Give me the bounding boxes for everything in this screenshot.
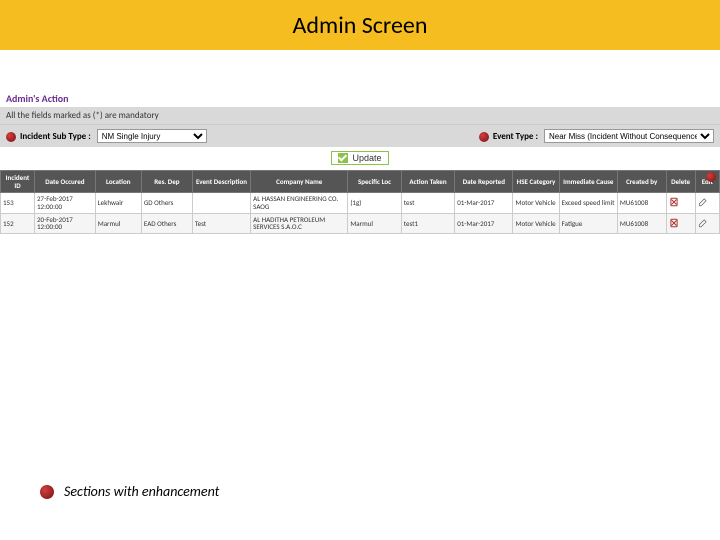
cell-by: MU61008 bbox=[617, 193, 666, 213]
cell-id: 153 bbox=[1, 193, 35, 213]
col-action-taken[interactable]: Action Taken bbox=[401, 171, 454, 193]
cell-action: test bbox=[401, 193, 454, 213]
filter-row: Incident Sub Type : NM Single Injury Eve… bbox=[0, 124, 720, 147]
sub-type-group: Incident Sub Type : bbox=[6, 131, 91, 142]
cell-date-occ: 27-Feb-2017 12:00:00 bbox=[35, 193, 96, 213]
table-row: 152 20-Feb-2017 12:00:00 Marmul EAD Othe… bbox=[1, 213, 720, 233]
col-delete: Delete bbox=[666, 171, 695, 193]
cell-loc: Lekhwair bbox=[95, 193, 141, 213]
edit-icon[interactable] bbox=[698, 197, 708, 207]
cell-loc: Marmul bbox=[95, 213, 141, 233]
cell-dep: EAD Others bbox=[141, 213, 192, 233]
cell-hse: Motor Vehicle bbox=[513, 213, 559, 233]
col-incident-id[interactable]: Incident ID bbox=[1, 171, 35, 193]
cell-action: test1 bbox=[401, 213, 454, 233]
cell-spec: Marmul bbox=[348, 213, 401, 233]
cell-spec: (1g) bbox=[348, 193, 401, 213]
page-title: Admin Screen bbox=[293, 11, 428, 40]
update-row: Update bbox=[0, 147, 720, 170]
cell-hse: Motor Vehicle bbox=[513, 193, 559, 213]
mandatory-note-row: All the fields marked as (*) are mandato… bbox=[0, 107, 720, 124]
admin-action-header: Admin's Action bbox=[0, 90, 720, 107]
col-location[interactable]: Location bbox=[95, 171, 141, 193]
col-hse-category[interactable]: HSE Category bbox=[513, 171, 559, 193]
cell-delete bbox=[666, 193, 695, 213]
cell-company: AL HASSAN ENGINEERING CO. SAOG bbox=[251, 193, 348, 213]
cell-dep: GD Others bbox=[141, 193, 192, 213]
col-created-by[interactable]: Created by bbox=[617, 171, 666, 193]
cell-edit bbox=[695, 193, 719, 213]
mandatory-note: All the fields marked as (*) are mandato… bbox=[6, 110, 159, 121]
col-company[interactable]: Company Name bbox=[251, 171, 348, 193]
sub-type-label: Incident Sub Type : bbox=[20, 131, 91, 142]
table-body: 153 27-Feb-2017 12:00:00 Lekhwair GD Oth… bbox=[1, 193, 720, 234]
col-immediate-cause[interactable]: Immediate Cause bbox=[559, 171, 617, 193]
check-icon bbox=[338, 153, 348, 163]
event-type-label: Event Type : bbox=[493, 131, 538, 142]
cell-delete bbox=[666, 213, 695, 233]
delete-icon[interactable] bbox=[669, 218, 679, 228]
content-area: Admin's Action All the fields marked as … bbox=[0, 90, 720, 234]
event-type-select[interactable]: Near Miss (Incident Without Consequences… bbox=[544, 129, 714, 143]
cell-date-rep: 01-Mar-2017 bbox=[455, 213, 513, 233]
cell-by: MU61008 bbox=[617, 213, 666, 233]
delete-icon[interactable] bbox=[669, 197, 679, 207]
event-type-group: Event Type : bbox=[479, 131, 538, 142]
cell-id: 152 bbox=[1, 213, 35, 233]
edit-icon[interactable] bbox=[698, 218, 708, 228]
footer-text: Sections with enhancement bbox=[64, 483, 219, 500]
title-bar: Admin Screen bbox=[0, 0, 720, 50]
update-button[interactable]: Update bbox=[331, 151, 388, 165]
cell-cause: Exceed speed limit bbox=[559, 193, 617, 213]
col-date-reported[interactable]: Date Reported bbox=[455, 171, 513, 193]
enhancement-dot-icon bbox=[706, 172, 716, 182]
col-res-dep[interactable]: Res. Dep bbox=[141, 171, 192, 193]
table-header: Incident ID Date Occured Location Res. D… bbox=[1, 171, 720, 193]
table-row: 153 27-Feb-2017 12:00:00 Lekhwair GD Oth… bbox=[1, 193, 720, 213]
update-label: Update bbox=[352, 153, 381, 163]
cell-desc: Test bbox=[192, 213, 250, 233]
sub-type-select[interactable]: NM Single Injury bbox=[97, 129, 207, 143]
table-wrapper: Incident ID Date Occured Location Res. D… bbox=[0, 170, 720, 234]
cell-company: AL HADITHA PETROLEUM SERVICES S.A.O.C bbox=[251, 213, 348, 233]
cell-date-occ: 20-Feb-2017 12:00:00 bbox=[35, 213, 96, 233]
incidents-table: Incident ID Date Occured Location Res. D… bbox=[0, 170, 720, 234]
cell-desc bbox=[192, 193, 250, 213]
legend-dot-icon bbox=[40, 485, 54, 499]
col-date-occured[interactable]: Date Occured bbox=[35, 171, 96, 193]
cell-date-rep: 01-Mar-2017 bbox=[455, 193, 513, 213]
footer-note: Sections with enhancement bbox=[40, 483, 219, 500]
cell-edit bbox=[695, 213, 719, 233]
col-event-desc[interactable]: Event Description bbox=[192, 171, 250, 193]
cell-cause: Fatigue bbox=[559, 213, 617, 233]
admin-section: Admin's Action All the fields marked as … bbox=[0, 90, 720, 234]
col-specific-loc[interactable]: Specific Loc bbox=[348, 171, 401, 193]
